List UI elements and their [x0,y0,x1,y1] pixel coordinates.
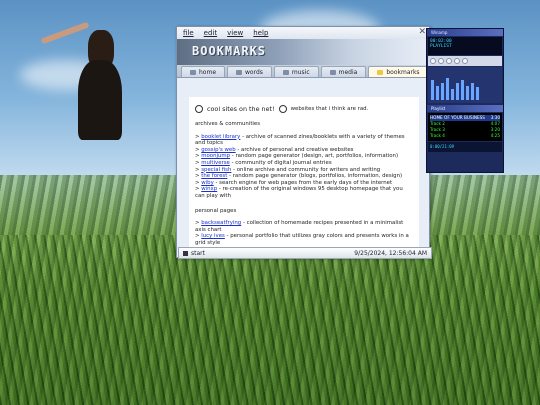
bookmark-link[interactable]: special fish [201,167,231,173]
smiley-icon [278,105,287,113]
bookmark-description: - random page generator (design, art, po… [230,153,399,160]
browser-window: file edit view help ✕ BOOKMARKS home wor… [176,26,430,258]
words-icon [236,69,243,75]
bookmark-link[interactable]: moonjump [201,153,230,159]
smiley-icon [195,105,203,113]
bookmark-description: - search engine for web pages from the e… [213,179,393,186]
equalizer-slider[interactable] [441,83,444,100]
bookmark-link[interactable]: booklet library [201,134,240,140]
menu-bar: file edit view help [177,27,429,39]
menu-view[interactable]: view [227,29,243,37]
bookmark-link[interactable]: gossip's web [201,147,235,153]
player-title: Winamp [427,29,503,36]
playlist-time: 0:00/21:09 [428,142,502,152]
section-title: personal pages [195,207,237,214]
player-display: 00:02:00 PLAYLIST [428,37,502,55]
home-icon [190,69,196,75]
media-icon [329,69,336,75]
equalizer-slider[interactable] [436,86,439,100]
sections: archives & communities > booklet library … [195,121,413,257]
tab-media[interactable]: media [320,66,367,77]
playlist-track[interactable]: Track 4 4:25 [430,133,500,139]
track-time: 4:25 [490,133,500,138]
menu-edit[interactable]: edit [204,29,217,37]
taskbar: start 9/25/2024, 12:56:04 AM [178,247,432,259]
tab-words[interactable]: words [227,66,272,77]
bookmark-link[interactable]: multiverse [201,160,230,166]
header-left: cool sites on the net! [207,104,275,113]
menu-file[interactable]: file [183,29,194,37]
pause-button[interactable] [446,58,452,64]
bookmark-item: > multiverse - community of digital jour… [195,159,332,166]
bookmark-item: > lucy ives - personal portfolio that ut… [195,233,409,246]
menu-help[interactable]: help [253,29,268,37]
previous-button[interactable] [430,58,436,64]
stop-button[interactable] [454,58,460,64]
bookmark-item: > winxp - re-creation of the original wi… [195,186,403,199]
tab-home[interactable]: home [181,66,226,77]
playlist-title: Playlist [427,105,503,112]
bookmark-description: - archive of personal and creative websi… [235,146,354,153]
bookmark-link[interactable]: lucy ives [201,233,225,239]
music-icon [282,69,289,75]
equalizer-slider[interactable] [466,86,469,100]
section-title: archives & communities [195,121,261,127]
bookmark-item: > wiby - search engine for web pages fro… [195,179,393,186]
tab-bookmarks[interactable]: bookmarks [368,66,429,77]
banner: BOOKMARKS [177,39,429,65]
start-button[interactable]: start [183,250,205,257]
bookmark-item: > moonjump - random page generator (desi… [195,153,399,160]
equalizer-slider[interactable] [461,80,464,100]
media-player: Winamp 00:02:00 PLAYLIST Playlist HOME O… [426,28,504,173]
bookmark-item: > gossip's web - archive of personal and… [195,146,354,153]
player-display-text: PLAYLIST [430,44,452,49]
bookmark-link[interactable]: the forest [201,173,227,179]
equalizer-slider[interactable] [476,87,479,100]
equalizer-slider[interactable] [451,88,454,100]
bookmark-description: - online archive and community for write… [231,166,381,173]
taskbar-clock: 9/25/2024, 12:56:04 AM [354,249,427,257]
bookmark-link[interactable]: backseatfrying [201,220,241,226]
wallpaper-person [40,21,130,150]
bookmark-item: > booklet library - archive of scanned z… [195,133,405,147]
equalizer-slider[interactable] [431,80,434,100]
bookmark-description: - random page generator (blogs, portfoli… [227,173,403,180]
content-header: cool sites on the net! websites that i t… [195,105,413,113]
bookmark-link[interactable]: wiby [201,180,214,186]
bookmark-item: > the forest - random page generator (bl… [195,173,403,180]
play-button[interactable] [438,58,444,64]
page-title: BOOKMARKS [192,44,267,58]
equalizer [428,67,502,103]
bookmark-description: - re-creation of the original windows 95… [195,186,403,199]
bookmark-item: > backseatfrying - collection of homemad… [195,220,404,233]
bookmark-description: - personal portfolio that utilizes gray … [195,233,409,246]
bookmarks-content: cool sites on the net! websites that i t… [189,97,419,257]
nav-tabs: home words music media bookmarks [177,65,429,78]
next-button[interactable] [462,58,468,64]
equalizer-slider[interactable] [456,83,459,100]
equalizer-slider[interactable] [446,77,449,100]
playlist: HOME OF YOUR BUSINESS 3:30 Track 2 4:07 Trac… [428,113,502,141]
header-right: websites that i think are rad. [290,105,369,112]
bookmark-description: - community of digital journal entries [229,159,332,166]
folder-icon [377,69,384,75]
equalizer-slider[interactable] [471,83,474,100]
wallpaper-grass-foreground [0,235,540,405]
track-title: Track 4 [430,133,445,138]
close-icon[interactable]: ✕ [418,27,426,37]
start-icon [183,250,188,256]
tab-music[interactable]: music [273,66,319,77]
player-controls [428,56,502,66]
bookmark-link[interactable]: winxp [201,186,217,192]
bookmark-item: > special fish - online archive and comm… [195,166,381,173]
bookmark-section: archives & communities > booklet library … [195,121,413,200]
